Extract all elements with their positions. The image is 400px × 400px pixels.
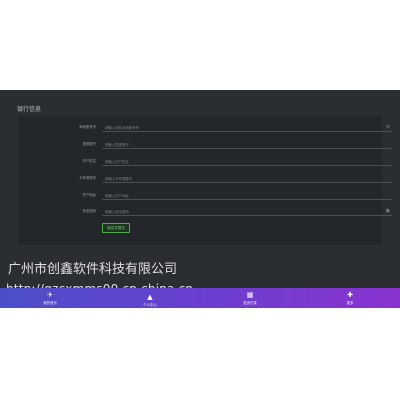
card-number-input[interactable] [105,175,375,182]
form-row-local-account: 本地账号号 ≡ [18,123,392,133]
bottom-tab-bar: ✈ 我的首页 ▲ 个人中心 ▦ 投资记录 ✚ 更多 [0,288,400,308]
page-title: 银行信息 [17,106,42,113]
local-account-input[interactable] [105,124,375,131]
account-name-input[interactable] [105,158,375,165]
form-row-address: 开户地址 [18,191,392,201]
card-number-field [102,174,392,183]
rocket-icon: ✈ [47,291,53,299]
tab-label: 更多 [346,301,354,305]
field-label: 安全密码 [82,209,96,213]
form-row-security-password: 安全密码 ◉ [18,207,392,217]
calendar-icon: ▦ [246,291,254,299]
field-label: 提现银行 [82,142,96,146]
tab-label: 我的首页 [43,301,57,305]
bank-input[interactable] [105,141,375,148]
tab-more[interactable]: ✚ 更多 [300,288,400,308]
form-row-account-name: 开户姓名 [18,157,392,167]
tab-home[interactable]: ✈ 我的首页 [0,288,100,308]
watermark-company: 广州市创鑫软件科技有限公司 [8,262,178,277]
bank-field [102,140,392,149]
form-row-card-number: 卡号或账号 [18,174,392,184]
security-password-field: ◉ [102,207,392,216]
tab-label: 个人中心 [143,303,157,307]
list-icon[interactable]: ≡ [386,123,390,131]
address-field [102,191,392,200]
field-label: 卡号或账号 [79,176,96,180]
field-label: 本地账号号 [79,125,96,129]
eye-icon[interactable]: ◉ [386,207,390,215]
account-name-field [102,157,392,166]
plus-icon: ✚ [347,291,353,299]
field-label: 开户地址 [82,193,96,197]
form-row-bank: 提现银行 [18,140,392,150]
tab-records[interactable]: ▦ 投资记录 [200,288,300,308]
submit-button[interactable]: 保存并提交 [102,223,130,233]
tab-profile[interactable]: ▲ 个人中心 [100,288,200,308]
security-password-input[interactable] [105,208,375,215]
user-icon: ▲ [147,293,153,301]
field-label: 开户姓名 [82,159,96,163]
tab-label: 投资记录 [243,301,257,305]
bank-info-form: 本地账号号 ≡ 提现银行 开户姓名 卡号或账号 开户地址 安全密码 ◉ [18,116,392,245]
address-input[interactable] [105,192,375,199]
local-account-field: ≡ [102,123,392,132]
